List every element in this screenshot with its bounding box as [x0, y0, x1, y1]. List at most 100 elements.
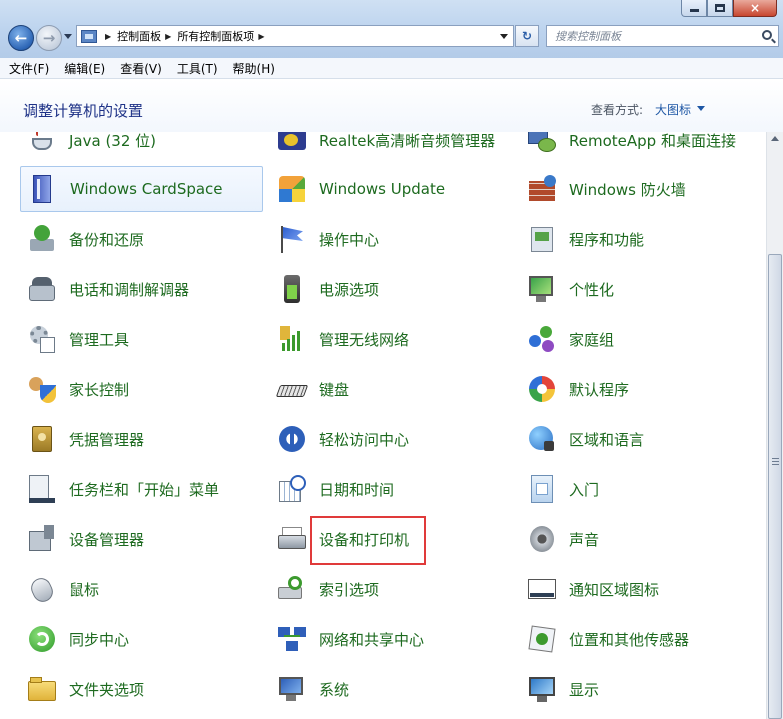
icon-part [29, 498, 55, 503]
item-label: 任务栏和「开始」菜单 [69, 480, 220, 499]
control-panel-item[interactable]: 电话和调制解调器 [20, 266, 263, 312]
icon-part [279, 189, 292, 202]
control-panel-item[interactable]: 鼠标 [20, 566, 263, 612]
address-history-dropdown[interactable] [500, 34, 508, 39]
admin-tools-icon [26, 323, 58, 355]
control-panel-item[interactable]: 管理工具 [20, 316, 263, 362]
icon-part [283, 227, 303, 241]
control-panel-item[interactable]: Windows Update [270, 166, 513, 212]
control-panel-item[interactable]: 管理无线网络 [270, 316, 513, 362]
control-panel-item[interactable]: 同步中心 [20, 616, 263, 662]
menu-view[interactable]: 查看(V) [120, 60, 162, 77]
refresh-button[interactable]: ↻ [515, 25, 539, 47]
icon-part [280, 326, 290, 340]
control-panel-item[interactable]: 程序和功能 [520, 216, 763, 262]
breadcrumb-all-items[interactable]: 所有控制面板项 [177, 28, 254, 44]
scroll-thumb[interactable] [768, 254, 782, 719]
item-label: 声音 [569, 530, 600, 549]
icon-part [287, 285, 297, 299]
breadcrumb-control-panel[interactable]: 控制面板 [117, 28, 161, 44]
breadcrumb-separator-icon[interactable]: ▶ [258, 32, 264, 41]
control-panel-item[interactable]: 键盘 [270, 366, 513, 412]
icon-part [281, 226, 283, 253]
control-panel-item[interactable]: 系统 [270, 666, 513, 712]
control-panel-item[interactable]: 设备管理器 [20, 516, 263, 562]
menu-edit[interactable]: 编辑(E) [64, 60, 105, 77]
control-panel-item[interactable]: 日期和时间 [270, 466, 513, 512]
control-panel-item[interactable]: 区域和语言 [520, 416, 763, 462]
minimize-button[interactable] [681, 0, 707, 17]
cardspace-icon [27, 173, 59, 205]
control-panel-item[interactable]: 入门 [520, 466, 763, 512]
menu-tools[interactable]: 工具(T) [177, 60, 218, 77]
control-panel-item[interactable]: 操作中心 [270, 216, 513, 262]
control-panel-item[interactable]: 位置和其他传感器 [520, 616, 763, 662]
control-panel-item[interactable]: 网络和共享中心 [270, 616, 513, 662]
icon-part [292, 189, 305, 202]
icon-part [35, 632, 49, 646]
chevron-down-icon[interactable] [697, 106, 705, 111]
scroll-up-arrow-icon[interactable] [771, 136, 779, 141]
control-panel-item[interactable]: 索引选项 [270, 566, 513, 612]
view-by-dropdown[interactable]: 大图标 [655, 101, 691, 118]
icon-part [33, 175, 51, 203]
item-label: Java (32 位) [69, 132, 157, 150]
default-programs-icon [526, 373, 558, 405]
item-label: 备份和还原 [69, 230, 145, 249]
control-panel-item[interactable]: Windows CardSpace [20, 166, 263, 212]
vertical-scrollbar[interactable] [766, 132, 783, 719]
recent-pages-dropdown[interactable] [64, 34, 72, 39]
menu-file[interactable]: 文件(F) [9, 60, 49, 77]
breadcrumb-separator-icon[interactable]: ▶ [165, 32, 171, 41]
control-panel-item[interactable]: 任务栏和「开始」菜单 [20, 466, 263, 512]
item-label: 索引选项 [319, 580, 380, 599]
grip-line [772, 458, 779, 459]
control-panel-item[interactable]: Java (32 位) [20, 132, 263, 163]
item-label: 默认程序 [569, 380, 630, 399]
icon-part [288, 576, 302, 590]
search-icon[interactable] [762, 30, 772, 40]
item-label: 入门 [569, 480, 600, 499]
control-panel-item[interactable]: 电源选项 [270, 266, 513, 312]
item-label: 管理无线网络 [319, 330, 410, 349]
control-panel-item[interactable]: 设备和打印机 [270, 516, 513, 562]
control-panel-item[interactable]: 文件夹选项 [20, 666, 263, 712]
forward-button[interactable]: → [36, 25, 62, 51]
icon-part [40, 337, 55, 353]
control-panel-item[interactable]: Windows 防火墙 [520, 166, 763, 212]
mouse-icon [26, 573, 58, 606]
icon-part [284, 134, 298, 146]
control-panel-item[interactable]: 声音 [520, 516, 763, 562]
item-label: 鼠标 [69, 580, 100, 599]
control-panel-item[interactable]: 凭据管理器 [20, 416, 263, 462]
control-panel-item[interactable]: 备份和还原 [20, 216, 263, 262]
item-label: Windows CardSpace [70, 180, 223, 198]
icon-part [297, 331, 300, 351]
control-panel-item[interactable]: RemoteApp 和桌面连接 [520, 132, 763, 163]
control-panel-item[interactable]: 显示 [520, 666, 763, 712]
item-label: 显示 [569, 680, 600, 699]
control-panel-item[interactable]: 个性化 [520, 266, 763, 312]
control-panel-item[interactable]: Realtek高清晰音频管理器 [270, 132, 513, 163]
item-label: 文件夹选项 [69, 680, 145, 699]
control-panel-item[interactable]: 轻松访问中心 [270, 416, 513, 462]
close-button[interactable]: × [733, 0, 777, 17]
icon-part [282, 343, 285, 351]
control-panel-item[interactable]: 家庭组 [520, 316, 763, 362]
control-panel-item[interactable]: 通知区域图标 [520, 566, 763, 612]
icon-part [279, 677, 303, 695]
control-panel-item[interactable]: 家长控制 [20, 366, 263, 412]
menu-help[interactable]: 帮助(H) [233, 60, 275, 77]
maximize-button[interactable] [707, 0, 733, 17]
power-options-icon [276, 273, 308, 305]
control-panel-item[interactable]: 默认程序 [520, 366, 763, 412]
address-bar[interactable]: ▶ 控制面板 ▶ 所有控制面板项 ▶ [76, 25, 514, 47]
icon-part [32, 138, 52, 150]
breadcrumb-separator-icon[interactable]: ▶ [105, 32, 111, 41]
search-placeholder: 搜索控制面板 [555, 30, 621, 43]
refresh-icon: ↻ [521, 29, 533, 43]
search-input[interactable]: 搜索控制面板 [546, 25, 779, 47]
icon-part [530, 526, 554, 552]
back-button[interactable]: ← [8, 25, 34, 51]
item-label: 设备和打印机 [319, 530, 410, 549]
